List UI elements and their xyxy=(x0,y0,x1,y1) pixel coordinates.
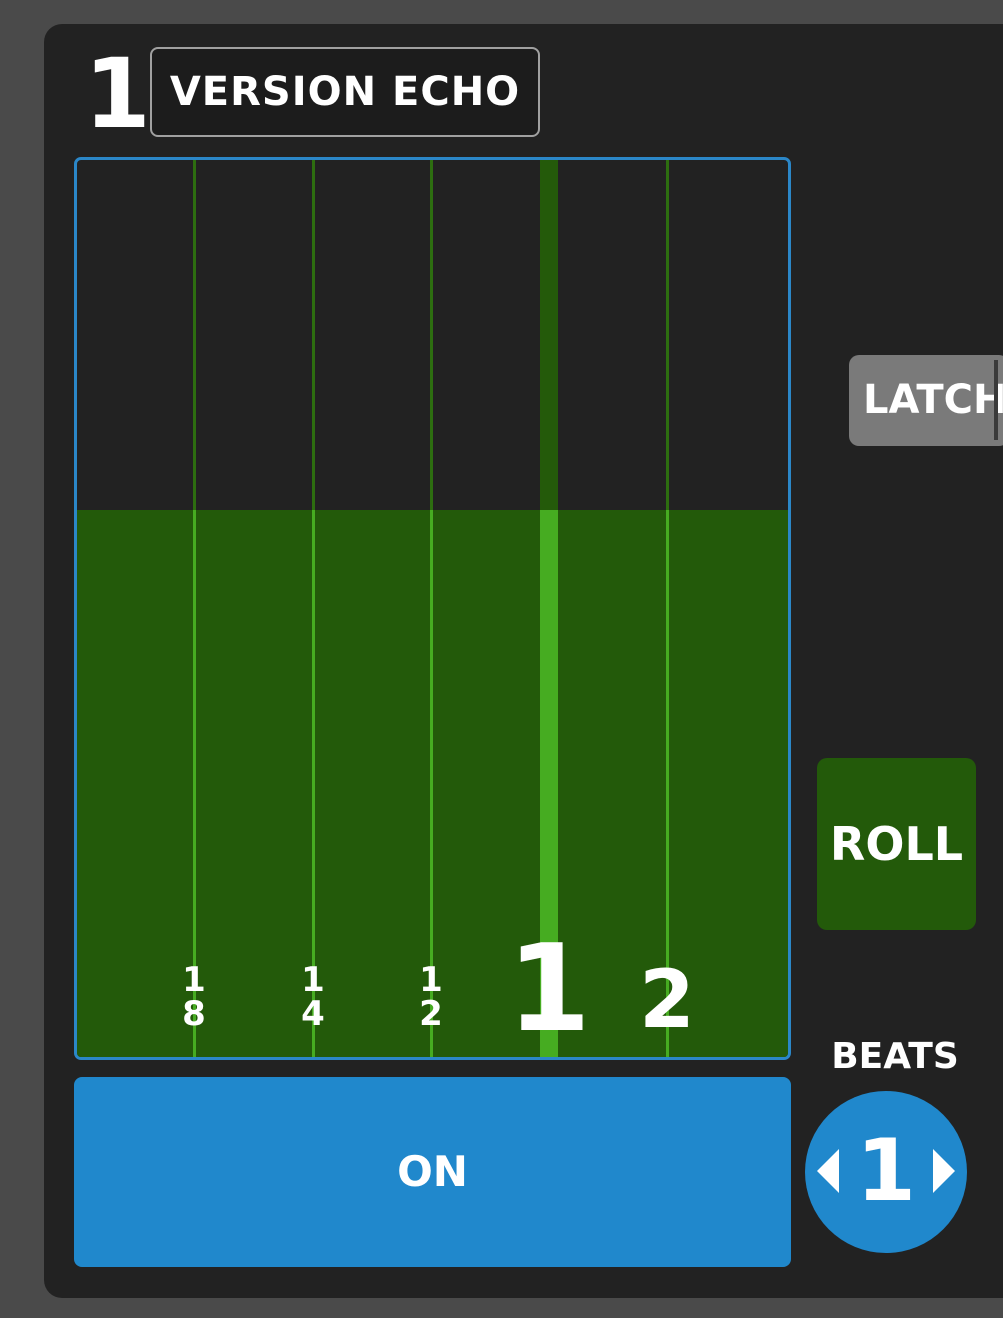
beat-division-label: 12 xyxy=(419,963,443,1031)
beat-division-label: 1 xyxy=(507,930,591,1050)
grid-line xyxy=(192,160,196,1057)
grid-line xyxy=(429,160,433,1057)
grid-line-upper xyxy=(665,160,669,510)
beats-decrease-arrow-icon[interactable] xyxy=(817,1149,839,1193)
latch-divider xyxy=(994,360,998,440)
beats-knob[interactable]: 1 xyxy=(805,1091,967,1253)
beats-value: 1 xyxy=(856,1121,916,1221)
beat-division-label: 2 xyxy=(639,960,695,1040)
beat-numerator: 1 xyxy=(182,960,206,1000)
beat-fraction: 12 xyxy=(419,963,443,1031)
grid-line xyxy=(665,160,669,1057)
on-button[interactable]: ON xyxy=(74,1077,791,1267)
grid-line-upper xyxy=(540,160,558,510)
beat-whole-value: 1 xyxy=(507,920,591,1059)
beat-fraction: 14 xyxy=(301,963,325,1031)
beat-numerator: 1 xyxy=(419,960,443,1000)
beat-fraction: 18 xyxy=(182,963,206,1031)
beat-denominator: 4 xyxy=(301,994,325,1034)
beats-increase-arrow-icon[interactable] xyxy=(933,1149,955,1193)
latch-button[interactable]: LATCH xyxy=(849,355,1003,446)
xy-pad[interactable]: 18141212 xyxy=(74,157,791,1060)
beat-denominator: 2 xyxy=(419,994,443,1034)
beat-division-label: 14 xyxy=(301,963,325,1031)
effect-name-button[interactable]: VERSION ECHO xyxy=(150,47,540,137)
grid-line-upper xyxy=(192,160,196,510)
beat-numerator: 1 xyxy=(301,960,325,1000)
beat-division-label: 18 xyxy=(182,963,206,1031)
deck-number: 1 xyxy=(84,38,151,150)
grid-line xyxy=(311,160,315,1057)
grid-line-upper xyxy=(429,160,433,510)
beats-label: BEATS xyxy=(831,1036,959,1077)
grid-line-upper xyxy=(311,160,315,510)
beat-denominator: 8 xyxy=(182,994,206,1034)
beat-whole-value: 2 xyxy=(639,953,695,1046)
roll-button[interactable]: ROLL xyxy=(817,758,976,930)
